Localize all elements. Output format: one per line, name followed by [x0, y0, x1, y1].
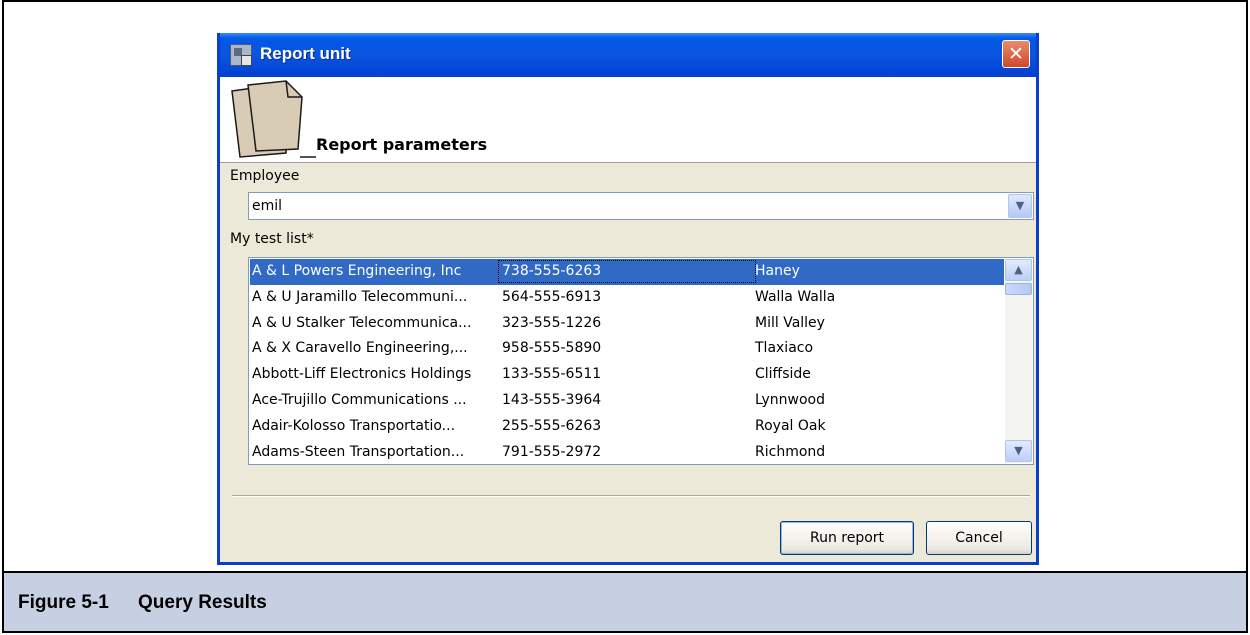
list-cell-city: Haney	[755, 263, 800, 279]
header-title: Report parameters	[316, 135, 488, 154]
list-item[interactable]: Adams-Steen Transportation... 791-555-297…	[250, 440, 1004, 464]
list-item[interactable]: Adair-Kolosso Transportatio... 255-555-62…	[250, 414, 1004, 440]
list-cell-phone: 323-555-1226	[502, 314, 602, 331]
figure-caption-bar: Figure 5-1 Query Results	[4, 573, 1246, 631]
list-cell-company: A & U Jaramillo Telecommuni...	[252, 288, 468, 305]
list-cell-phone: 255-555-6263	[502, 417, 602, 434]
list-cell-city: Richmond	[755, 443, 826, 460]
list-cell-city: Tlaxiaco	[755, 340, 814, 357]
title-bar[interactable]: Report unit ✕	[220, 33, 1036, 77]
test-list[interactable]: A & L Powers Engineering, Inc 738-555-626…	[248, 257, 1034, 465]
focus-cell-outline	[498, 260, 756, 283]
figure-number: Figure 5-1	[18, 592, 109, 613]
vertical-scrollbar[interactable]: ▲ ▼	[1005, 259, 1032, 463]
list-item[interactable]: Ace-Trujillo Communications ... 143-555-3…	[250, 388, 1004, 414]
chevron-down-icon[interactable]: ▼	[1008, 194, 1032, 218]
list-cell-company: A & X Caravello Engineering,...	[252, 340, 468, 357]
report-unit-dialog: Report unit ✕ Report parameters Employee…	[217, 33, 1039, 565]
list-cell-phone: 958-555-5890	[502, 340, 602, 357]
button-separator	[232, 495, 1030, 497]
scroll-down-button[interactable]: ▼	[1005, 440, 1032, 462]
list-item[interactable]: A & U Jaramillo Telecommuni... 564-555-69…	[250, 285, 1004, 311]
header-panel: Report parameters	[220, 77, 1036, 163]
list-cell-city: Royal Oak	[755, 417, 826, 434]
list-cell-city: Lynnwood	[755, 391, 826, 408]
test-list-label: My test list*	[230, 231, 314, 247]
employee-label: Employee	[230, 168, 300, 184]
list-cell-company: Adair-Kolosso Transportatio...	[252, 417, 456, 434]
list-item[interactable]: A & U Stalker Telecommunica... 323-555-12…	[250, 311, 1004, 337]
list-cell-phone: 564-555-6913	[502, 288, 602, 305]
window-title: Report unit	[260, 44, 351, 63]
scroll-up-button[interactable]: ▲	[1005, 259, 1032, 281]
list-rows: A & L Powers Engineering, Inc 738-555-626…	[250, 259, 1004, 464]
app-icon	[230, 44, 252, 66]
report-document-icon	[231, 80, 316, 158]
list-item[interactable]: Abbott-Liff Electronics Holdings 133-555-…	[250, 362, 1004, 388]
employee-value: emil	[252, 198, 283, 214]
list-cell-phone: 791-555-2972	[502, 443, 602, 460]
list-cell-company: Ace-Trujillo Communications ...	[252, 391, 467, 408]
list-cell-city: Cliffside	[755, 366, 811, 383]
run-report-button[interactable]: Run report	[780, 521, 914, 555]
list-cell-company: Adams-Steen Transportation...	[252, 443, 465, 460]
list-cell-company: Abbott-Liff Electronics Holdings	[252, 366, 472, 383]
close-button[interactable]: ✕	[1002, 40, 1030, 68]
list-cell-phone: 143-555-3964	[502, 391, 602, 408]
list-cell-city: Mill Valley	[755, 314, 825, 331]
list-cell-phone: 133-555-6511	[502, 366, 602, 383]
figure-title: Query Results	[138, 592, 267, 613]
scroll-thumb[interactable]	[1005, 283, 1032, 295]
list-item[interactable]: A & L Powers Engineering, Inc 738-555-626…	[250, 259, 1004, 285]
cancel-button[interactable]: Cancel	[926, 521, 1032, 555]
list-cell-city: Walla Walla	[755, 288, 836, 305]
list-cell-company: A & U Stalker Telecommunica...	[252, 314, 472, 331]
list-cell-company: A & L Powers Engineering, Inc	[252, 263, 462, 279]
list-item[interactable]: A & X Caravello Engineering,... 958-555-5…	[250, 336, 1004, 362]
employee-combobox[interactable]: emil ▼	[248, 192, 1034, 220]
